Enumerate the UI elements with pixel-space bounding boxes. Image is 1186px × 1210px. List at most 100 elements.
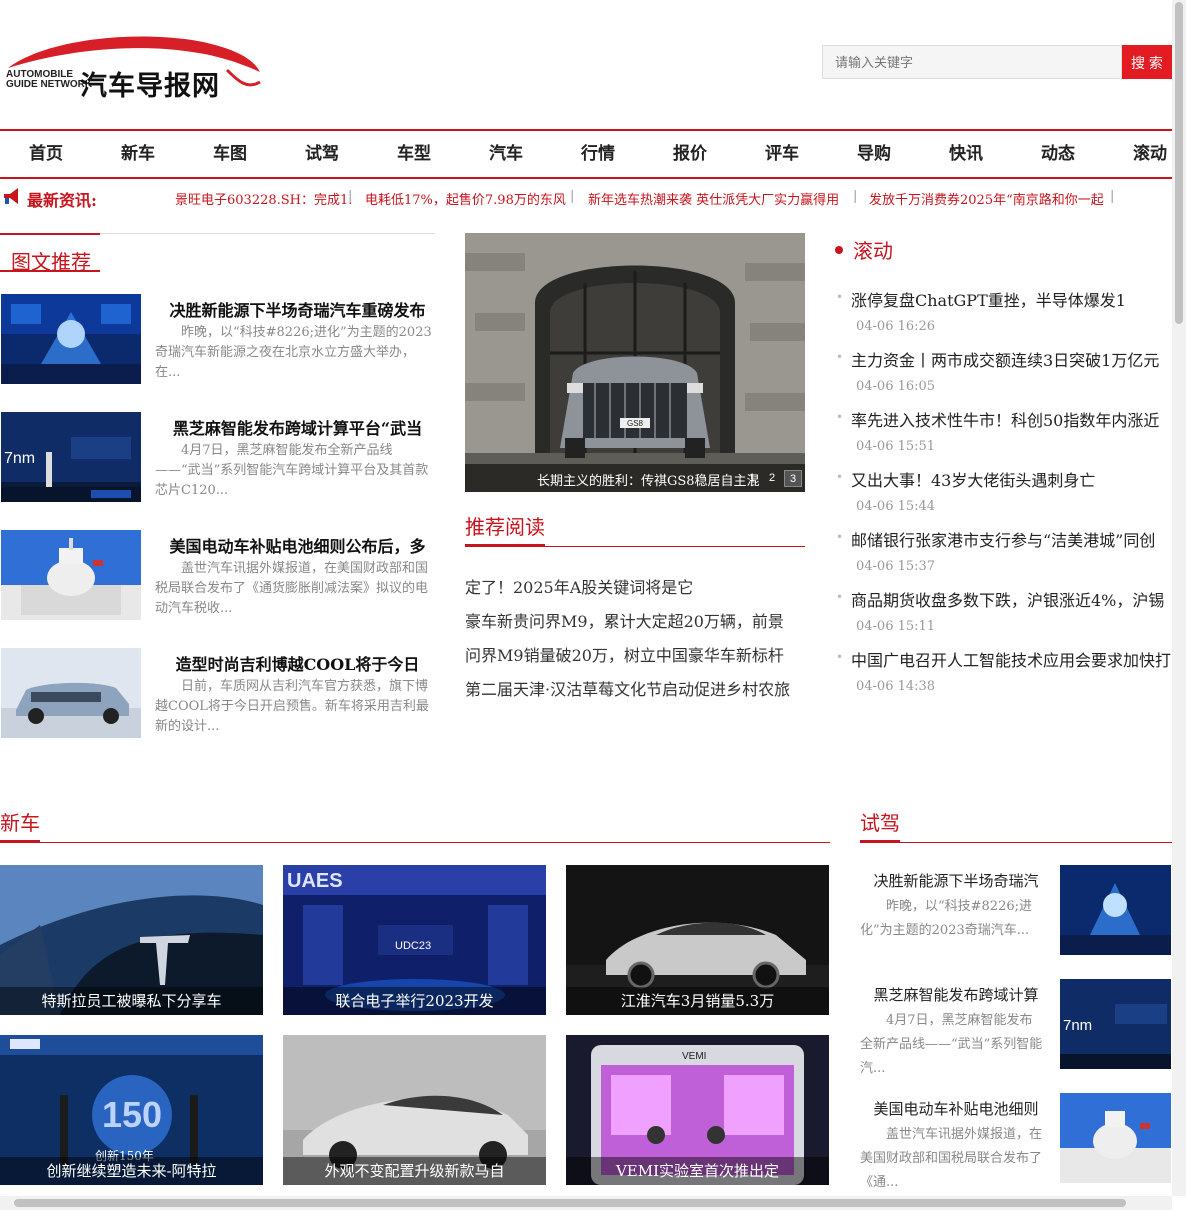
svg-text:7nm: 7nm <box>4 450 35 467</box>
site-logo[interactable]: AUTOMOBILE GUIDE NETWORK 汽车导报网 <box>2 30 264 104</box>
horizontal-scrollbar[interactable] <box>0 1196 1172 1210</box>
bullet-icon: • <box>836 410 844 424</box>
ticker-item[interactable]: 新年选车热潮来袭 英仕派凭大厂实力赢得用 <box>588 189 839 208</box>
article-title[interactable]: 决胜新能源下半场奇瑞汽车重磅发布 <box>160 297 435 321</box>
nav-market[interactable]: 行情 <box>568 131 628 177</box>
section-accent <box>860 840 900 843</box>
nav-test-drive[interactable]: 试驾 <box>292 131 352 177</box>
card-caption: 创新继续塑造未来-阿特拉 <box>0 1157 263 1185</box>
rolling-date: 04-06 15:44 <box>856 499 936 514</box>
rolling-item[interactable]: 率先进入技术性牛市！科创50指数年内涨近 <box>851 407 1173 431</box>
section-divider <box>0 842 830 843</box>
card-caption: 特斯拉员工被曝私下分享车 <box>0 987 263 1015</box>
new-car-card[interactable]: 外观不变配置升级新款马自 <box>283 1035 546 1185</box>
new-car-card[interactable]: 特斯拉员工被曝私下分享车 <box>0 865 263 1015</box>
slider-dot-2[interactable]: 2 <box>763 470 781 487</box>
image-slider[interactable]: GS8 长期主义的胜利：传祺GS8稳居自主混 1 2 3 <box>465 233 805 492</box>
nav-rolling[interactable]: 滚动 <box>1120 131 1180 177</box>
ticker-separator: | <box>348 189 353 204</box>
card-caption: 联合电子举行2023开发 <box>283 987 546 1015</box>
article-desc: 日前，车质网从吉利汽车官方获悉，旗下博越COOL将于今日开启预售。新车将采用吉利… <box>155 679 429 734</box>
suv-photo <box>1 648 141 738</box>
new-car-card[interactable]: 江淮汽车3月销量5.3万 <box>566 865 829 1015</box>
test-drive-title-item[interactable]: 美国电动车补贴电池细则 <box>866 1098 1046 1119</box>
nav-news[interactable]: 动态 <box>1028 131 1088 177</box>
test-drive-desc: 4月7日，黑芝麻智能发布全新产品线——“武当”系列智能汽... <box>860 1013 1043 1076</box>
nav-prices[interactable]: 报价 <box>660 131 720 177</box>
article-title[interactable]: 美国电动车补贴电池细则公布后，多 <box>160 533 435 557</box>
svg-text:GS8: GS8 <box>627 419 644 428</box>
slider-dot-3[interactable]: 3 <box>784 470 802 487</box>
slider-caption[interactable]: 长期主义的胜利：传祺GS8稳居自主混 <box>537 470 760 489</box>
slider-dot-1[interactable]: 1 <box>743 470 761 487</box>
rolling-item[interactable]: 主力资金丨两市成交额连续3日突破1万亿元 <box>851 347 1173 371</box>
ticker-title: 最新资讯: <box>27 191 97 210</box>
rolling-date: 04-06 16:05 <box>856 379 936 394</box>
card-caption: 江淮汽车3月销量5.3万 <box>566 987 829 1015</box>
bullet-icon: • <box>836 470 844 484</box>
test-drive-title-item[interactable]: 黑芝麻智能发布跨域计算 <box>866 984 1046 1005</box>
nav-new-car[interactable]: 新车 <box>108 131 168 177</box>
search-field[interactable] <box>822 45 1127 79</box>
nav-flash[interactable]: 快讯 <box>936 131 996 177</box>
rolling-item[interactable]: 邮储银行张家港市支行参与“洁美港城”同创 <box>851 527 1173 551</box>
article-desc: 昨晚，以“科技#8226;进化”为主题的2023奇瑞汽车新能源之夜在北京水立方盛… <box>155 325 432 380</box>
article-thumb-blacksesame[interactable]: 7nm <box>1 412 141 502</box>
svg-text:VEMI: VEMI <box>682 1051 706 1062</box>
rolling-item[interactable]: 又出大事！43岁大佬街头遇刺身亡 <box>851 467 1173 491</box>
nav-reviews[interactable]: 评车 <box>752 131 812 177</box>
new-car-card[interactable]: UAES UDC23 联合电子举行2023开发 <box>283 865 546 1015</box>
card-caption: VEMI实验室首次推出定 <box>566 1157 829 1185</box>
recommend-item[interactable]: 定了！2025年A股关键词将是它 <box>465 574 805 598</box>
recommend-item[interactable]: 第二届天津·汉沽草莓文化节启动促进乡村农旅 <box>465 676 805 700</box>
nav-home[interactable]: 首页 <box>16 131 76 177</box>
nav-car-pics[interactable]: 车图 <box>200 131 260 177</box>
article-title[interactable]: 黑芝麻智能发布跨域计算平台“武当 <box>160 415 435 439</box>
ticker-separator: | <box>570 189 575 204</box>
svg-text:7nm: 7nm <box>1063 1017 1092 1034</box>
article-desc: 盖世汽车讯据外媒报道，在美国财政部和国税局联合发布了《通货膨胀削减法案》拟议的电… <box>155 561 429 616</box>
article-desc: 4月7日，黑芝麻智能发布全新产品线——“武当”系列智能汽车跨域计算平台及其首款芯… <box>155 443 429 498</box>
svg-text:UAES: UAES <box>287 870 343 892</box>
rolling-item[interactable]: 中国广电召开人工智能技术应用会要求加快打 <box>851 647 1173 671</box>
rolling-date: 04-06 14:38 <box>856 679 936 694</box>
rolling-date: 04-06 15:51 <box>856 439 936 454</box>
nav-auto[interactable]: 汽车 <box>476 131 536 177</box>
new-car-card[interactable]: VEMI VEMI实验室首次推出定 <box>566 1035 829 1185</box>
gs8-photo: GS8 <box>465 233 805 492</box>
main-nav: 首页 新车 车图 试驾 车型 汽车 行情 报价 评车 导购 快讯 动态 滚动 <box>0 129 1172 179</box>
rolling-date: 04-06 16:26 <box>856 319 936 334</box>
rolling-item[interactable]: 涨停复盘ChatGPT重挫，半导体爆发1 <box>851 287 1173 311</box>
article-thumb-geely[interactable] <box>1 648 141 738</box>
article-thumb-chery[interactable] <box>1 294 141 384</box>
recommend-item[interactable]: 问界M9销量破20万，树立中国豪华车新标杆 <box>465 642 805 666</box>
bullet-icon: • <box>836 650 844 664</box>
section-accent <box>0 233 100 235</box>
test-drive-thumb[interactable] <box>1060 865 1171 955</box>
vertical-scrollbar[interactable] <box>1172 0 1186 1196</box>
stage-photo <box>1 294 141 384</box>
test-drive-desc: 昨晚，以“科技#8226;进化”为主题的2023奇瑞汽车... <box>860 899 1033 938</box>
section-accent <box>0 270 100 272</box>
recommend-item[interactable]: 豪车新贵问界M9，累计大定超20万辆，前景 <box>465 608 805 632</box>
stage-photo <box>1060 865 1171 955</box>
search-button[interactable]: 搜 索 <box>1122 45 1172 79</box>
nav-guide[interactable]: 导购 <box>844 131 904 177</box>
nav-models[interactable]: 车型 <box>384 131 444 177</box>
article-thumb-capitol[interactable] <box>1 530 141 620</box>
test-drive-thumb[interactable] <box>1060 1093 1171 1183</box>
card-caption: 外观不变配置升级新款马自 <box>283 1157 546 1185</box>
new-car-title: 新车 <box>0 811 40 835</box>
vertical-scroll-thumb[interactable] <box>1175 2 1183 324</box>
test-drive-desc: 盖世汽车讯据外媒报道，在美国财政部和国税局联合发布了《通... <box>860 1127 1043 1190</box>
horizontal-scroll-thumb[interactable] <box>14 1199 1126 1207</box>
ticker-item[interactable]: 景旺电子603228.SH：完成1. <box>175 189 352 208</box>
test-drive-title-item[interactable]: 决胜新能源下半场奇瑞汽 <box>866 870 1046 891</box>
new-car-card[interactable]: 150 创新150年 创新继续塑造未来-阿特拉 <box>0 1035 263 1185</box>
ticker-item[interactable]: 电耗低17%，起售价7.98万的东风 <box>365 189 566 208</box>
rolling-item[interactable]: 商品期货收盘多数下跌，沪银涨近4%，沪锡 <box>851 587 1173 611</box>
ticker-item[interactable]: 发放千万消费券2025年“南京路和你一起 <box>869 189 1104 208</box>
article-title[interactable]: 造型时尚吉利博越COOL将于今日 <box>160 651 435 675</box>
search-input[interactable] <box>823 46 1127 78</box>
test-drive-thumb[interactable]: 7nm <box>1060 979 1171 1069</box>
